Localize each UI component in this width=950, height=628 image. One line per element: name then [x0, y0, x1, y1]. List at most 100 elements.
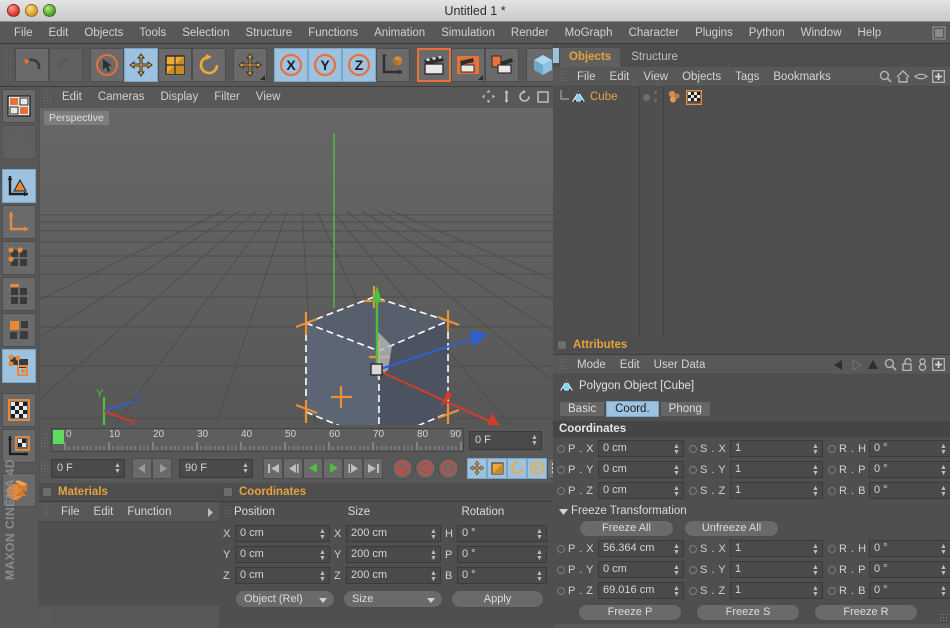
viewport-menu-filter[interactable]: Filter	[206, 87, 248, 108]
range-back-button[interactable]	[132, 457, 152, 479]
viewport-menu-view[interactable]: View	[248, 87, 289, 108]
position-z-spinner[interactable]: ▲ ▼	[319, 570, 326, 584]
rotation-key-toggle[interactable]	[507, 457, 527, 479]
axis-x-button[interactable]: X	[274, 48, 308, 82]
live-selection-button[interactable]	[90, 48, 124, 82]
end-frame-spinner[interactable]: ▲ ▼	[242, 462, 249, 476]
rotation-h-spinner[interactable]: ▲ ▼	[536, 528, 543, 542]
position-x-spinner[interactable]: ▲ ▼	[319, 528, 326, 542]
freeze-sy-input[interactable]: 1 ▲ ▼	[730, 561, 823, 578]
freeze-p-button[interactable]: Freeze P	[578, 604, 682, 621]
maximize-icon[interactable]	[537, 90, 549, 103]
viewport-menu-edit[interactable]: Edit	[54, 87, 90, 108]
autokeying-button[interactable]	[415, 457, 436, 479]
rotation-p-spinner[interactable]: ▲ ▼	[536, 549, 543, 563]
materials-menu-edit[interactable]: Edit	[87, 502, 121, 522]
freeze-rb-spinner[interactable]: ▲ ▼	[940, 585, 947, 599]
frame-forward-button[interactable]	[343, 457, 363, 479]
start-frame-field[interactable]: 0 F ▲ ▼	[51, 458, 125, 478]
lock-icon[interactable]	[902, 358, 913, 371]
menu-python[interactable]: Python	[741, 22, 793, 44]
freeze-rp-checkbox[interactable]	[828, 565, 836, 574]
orbit-icon[interactable]	[518, 90, 531, 103]
attr-rp-spinner[interactable]: ▲ ▼	[940, 464, 947, 478]
materials-menu-function[interactable]: Function	[120, 502, 178, 522]
freeze-py-spinner[interactable]: ▲ ▼	[673, 564, 680, 578]
objects-grip[interactable]	[559, 70, 568, 83]
scale-tool-button[interactable]	[158, 48, 192, 82]
plus-box-icon[interactable]	[932, 358, 945, 371]
freeze-pz-spinner[interactable]: ▲ ▼	[673, 585, 680, 599]
materials-list[interactable]	[38, 522, 219, 606]
attr-px-input[interactable]: 0 cm ▲ ▼	[598, 440, 684, 457]
timeline-grip[interactable]	[40, 433, 49, 447]
undo-button[interactable]	[15, 48, 49, 82]
attr-tab-phong[interactable]: Phong	[659, 401, 711, 417]
plus-box-icon[interactable]	[932, 70, 945, 83]
dolly-icon[interactable]	[501, 90, 512, 103]
point-mode-button[interactable]	[2, 241, 36, 275]
attr-sx-spinner[interactable]: ▲ ▼	[812, 443, 819, 457]
freeze-rh-input[interactable]: 0 ° ▲ ▼	[869, 540, 950, 557]
viewport-menu-display[interactable]: Display	[152, 87, 206, 108]
size-y-spinner[interactable]: ▲ ▼	[430, 549, 437, 563]
attr-px-checkbox[interactable]	[557, 444, 565, 453]
attr-py-spinner[interactable]: ▲ ▼	[673, 464, 680, 478]
attr-sx-checkbox[interactable]	[689, 444, 697, 453]
menu-selection[interactable]: Selection	[174, 22, 237, 44]
attr-rp-input[interactable]: 0 ° ▲ ▼	[869, 461, 950, 478]
attr-sy-spinner[interactable]: ▲ ▼	[812, 464, 819, 478]
freeze-sx-spinner[interactable]: ▲ ▼	[812, 543, 819, 557]
attributes-menu-user-data[interactable]: User Data	[647, 355, 713, 375]
freeze-rp-input[interactable]: 0 ° ▲ ▼	[869, 561, 950, 578]
attr-rb-input[interactable]: 0 ° ▲ ▼	[869, 482, 950, 499]
end-frame-field[interactable]: 90 F ▲ ▼	[179, 458, 253, 478]
edge-mode-button[interactable]	[2, 277, 36, 311]
start-frame-spinner[interactable]: ▲ ▼	[114, 462, 121, 476]
pan-icon[interactable]	[482, 90, 495, 103]
forward-arrow-icon[interactable]	[850, 358, 862, 371]
toolbar-grip[interactable]	[3, 50, 12, 80]
play-forward-button[interactable]	[323, 457, 343, 479]
attributes-menu-mode[interactable]: Mode	[570, 355, 613, 375]
objects-menu-edit[interactable]: Edit	[603, 67, 637, 87]
attr-rb-spinner[interactable]: ▲ ▼	[940, 485, 947, 499]
maximize-button-icon[interactable]	[43, 4, 56, 17]
layout-switch-icon[interactable]	[932, 26, 946, 40]
make-editable-button[interactable]	[2, 169, 36, 203]
attributes-resize-grip[interactable]	[939, 613, 948, 622]
home-icon[interactable]	[896, 70, 910, 83]
coordinates-panel-icon[interactable]	[223, 487, 233, 497]
polygon-mode-button[interactable]	[2, 313, 36, 347]
freeze-sz-spinner[interactable]: ▲ ▼	[812, 585, 819, 599]
rotation-p-input[interactable]: 0 ° ▲ ▼	[457, 546, 547, 563]
undo-view-button[interactable]	[2, 125, 36, 159]
axis-z-button[interactable]: Z	[342, 48, 376, 82]
freeze-px-input[interactable]: 56.364 cm ▲ ▼	[598, 540, 684, 557]
minimize-button-icon[interactable]	[25, 4, 38, 17]
materials-menu-file[interactable]: File	[54, 502, 87, 522]
attr-sz-spinner[interactable]: ▲ ▼	[812, 485, 819, 499]
menu-structure[interactable]: Structure	[238, 22, 301, 44]
freeze-sy-spinner[interactable]: ▲ ▼	[812, 564, 819, 578]
current-frame-spinner[interactable]: ▲ ▼	[531, 434, 538, 448]
menu-edit[interactable]: Edit	[41, 22, 77, 44]
menu-render[interactable]: Render	[503, 22, 557, 44]
freeze-r-button[interactable]: Freeze R	[814, 604, 918, 621]
attributes-menu-edit[interactable]: Edit	[613, 355, 647, 375]
viewport-grip[interactable]	[43, 89, 52, 106]
menu-help[interactable]: Help	[850, 22, 890, 44]
unfreeze-all-button[interactable]: Unfreeze All	[684, 520, 779, 537]
attributes-panel-icon[interactable]	[557, 340, 567, 350]
menu-character[interactable]: Character	[621, 22, 688, 44]
visibility-dot-lower[interactable]	[654, 99, 657, 102]
freeze-pz-checkbox[interactable]	[557, 586, 565, 595]
objects-menu-file[interactable]: File	[570, 67, 603, 87]
menu-objects[interactable]: Objects	[76, 22, 131, 44]
position-x-input[interactable]: 0 cm ▲ ▼	[235, 525, 330, 542]
menu-animation[interactable]: Animation	[366, 22, 433, 44]
record-active-objects-button[interactable]	[392, 457, 413, 479]
search-icon[interactable]	[884, 358, 897, 371]
attr-rh-spinner[interactable]: ▲ ▼	[940, 443, 947, 457]
layout-manager-button[interactable]	[2, 89, 36, 123]
